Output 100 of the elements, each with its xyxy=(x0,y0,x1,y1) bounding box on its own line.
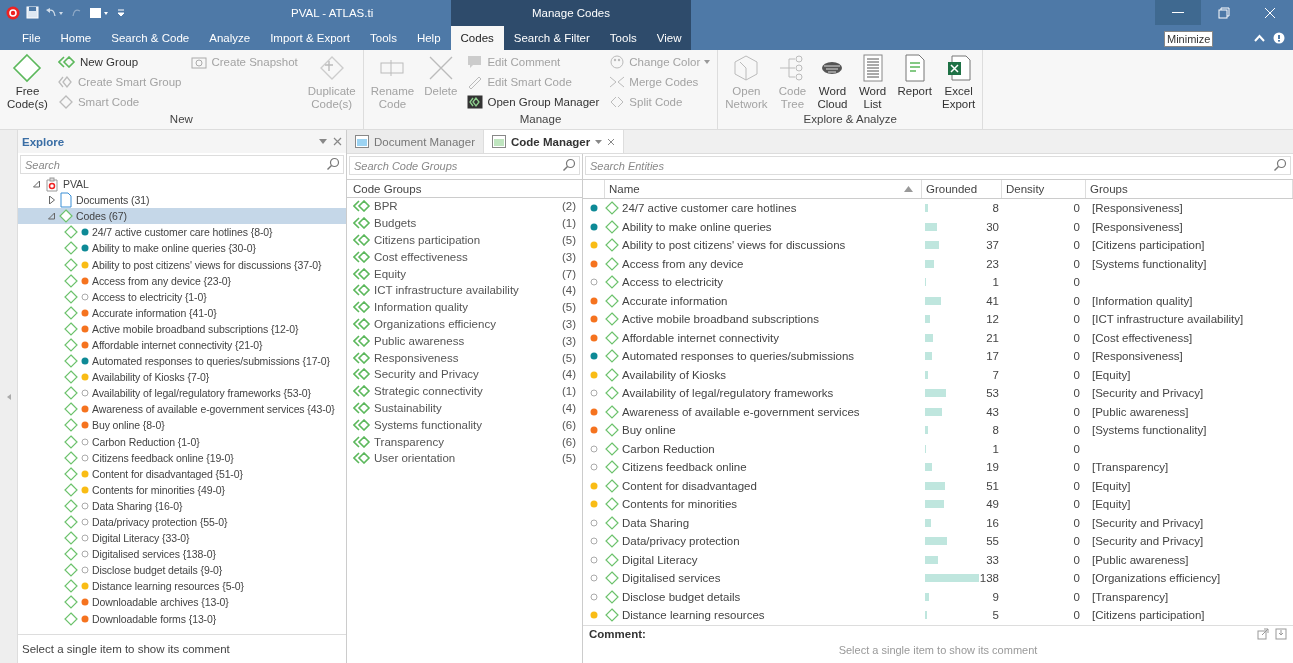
code-name[interactable]: Digital Literacy xyxy=(622,553,698,566)
ribbon-tab[interactable]: Help xyxy=(406,26,451,50)
code-name[interactable]: Affordable internet connectivity xyxy=(622,331,780,344)
ribbon-tab[interactable]: File xyxy=(12,26,51,50)
tree-item[interactable]: 24/7 active customer care hotlines {8-0} xyxy=(92,226,273,239)
expand-toggle-icon[interactable] xyxy=(47,196,56,205)
tree-item[interactable]: Contents for minorities {49-0} xyxy=(92,483,225,496)
ribbon-tab[interactable]: View xyxy=(646,26,692,50)
tree-item[interactable]: Active mobile broadband subscriptions {12-0} xyxy=(92,322,299,335)
tree-item[interactable]: Digitalised services {138-0} xyxy=(92,548,216,561)
tree-item[interactable]: Automated responses to queries/submissions {17-0} xyxy=(92,355,330,368)
code-group-item[interactable]: ICT infrastructure availability (4) xyxy=(347,282,582,299)
column-header[interactable]: Grounded xyxy=(926,183,1001,195)
window-layout-icon[interactable] xyxy=(89,6,111,19)
tree-item[interactable]: Access to electricity {1-0} xyxy=(92,290,207,303)
tree-item[interactable]: PVAL xyxy=(18,176,346,193)
sort-ascending-icon[interactable] xyxy=(904,186,913,192)
collapse-toggle-icon[interactable] xyxy=(47,212,56,221)
ribbon-button[interactable]: Free Code(s) xyxy=(4,52,51,112)
collapse-ribbon-icon[interactable] xyxy=(1254,33,1265,42)
ribbon-button[interactable]: New Group xyxy=(54,52,185,71)
save-comment-icon[interactable] xyxy=(1275,627,1287,640)
ribbon-tab[interactable]: Codes xyxy=(450,26,504,50)
code-name[interactable]: 24/7 active customer care hotlines xyxy=(622,202,797,215)
tree-item[interactable]: Downloadable archives {13-0} xyxy=(92,596,229,609)
code-name[interactable]: Access from any device xyxy=(622,257,744,270)
ribbon-tab[interactable]: Search & Code xyxy=(101,26,200,50)
code-name[interactable]: Carbon Reduction xyxy=(622,442,715,455)
code-name[interactable]: Content for disadvantaged xyxy=(622,479,757,492)
ribbon-button[interactable]: Report xyxy=(894,52,936,99)
tree-item[interactable]: Accurate information {41-0} xyxy=(92,306,217,319)
code-group-item[interactable]: Citizens participation (5) xyxy=(347,231,582,249)
code-name[interactable]: Disclose budget details xyxy=(622,590,741,603)
ribbon-tab[interactable]: Home xyxy=(50,26,102,50)
tree-item[interactable]: Digital Literacy {33-0} xyxy=(92,532,190,545)
collapse-toggle-icon[interactable] xyxy=(32,180,41,189)
tree-item[interactable]: Access from any device {23-0} xyxy=(92,274,231,287)
ribbon-button[interactable]: Excel Export xyxy=(939,52,979,112)
expand-panel-icon[interactable] xyxy=(6,393,11,400)
tree-item[interactable]: Availability of Kiosks {7-0} xyxy=(92,371,210,384)
code-name[interactable]: Contents for minorities xyxy=(622,498,738,511)
tree-item[interactable]: Ability to make online queries {30-0} xyxy=(92,242,256,255)
code-name[interactable]: Active mobile broadband subscriptions xyxy=(622,313,819,326)
document-tab[interactable]: Code Manager xyxy=(484,130,625,153)
code-group-item[interactable]: Systems functionality (6) xyxy=(347,416,582,434)
code-group-item[interactable]: Equity (7) xyxy=(347,265,582,282)
document-tab[interactable]: Document Manager xyxy=(347,130,484,153)
code-name[interactable]: Buy online xyxy=(622,424,676,437)
tree-item[interactable]: Codes (67) xyxy=(18,208,346,225)
tree-item[interactable]: Data Sharing {16-0} xyxy=(92,499,183,512)
code-group-item[interactable]: Sustainability (4) xyxy=(347,399,582,417)
tree-item[interactable]: Citizens feedback online {19-0} xyxy=(92,451,234,464)
save-icon[interactable] xyxy=(26,6,39,19)
code-group-item[interactable]: Public awareness (3) xyxy=(347,332,582,350)
ribbon-tab[interactable]: Analyze xyxy=(199,26,261,50)
tree-item[interactable]: Downloadable forms {13-0} xyxy=(92,612,217,625)
code-name[interactable]: Accurate information xyxy=(622,294,728,307)
ribbon-tab[interactable]: Tools xyxy=(599,26,647,50)
code-name[interactable]: Citizens feedback online xyxy=(622,461,747,474)
code-group-item[interactable]: Cost effectiveness (3) xyxy=(347,248,582,266)
code-group-item[interactable]: Security and Privacy (4) xyxy=(347,365,582,383)
customize-toolbar-icon[interactable] xyxy=(117,7,125,18)
code-name[interactable]: Awareness of available e-government services xyxy=(622,405,860,418)
dropdown-icon[interactable] xyxy=(595,139,603,144)
code-name[interactable]: Ability to make online queries xyxy=(622,220,772,233)
help-icon[interactable] xyxy=(1273,31,1285,44)
code-name[interactable]: Data Sharing xyxy=(622,516,690,529)
column-header[interactable]: Code Groups xyxy=(347,182,422,195)
tree-item[interactable]: Disclose budget details {9-0} xyxy=(92,564,223,577)
column-header[interactable]: Groups xyxy=(1090,183,1292,195)
code-group-item[interactable]: Transparency (6) xyxy=(347,433,582,450)
tree-item[interactable]: Buy online {8-0} xyxy=(92,419,165,432)
ribbon-button[interactable]: Word Cloud xyxy=(814,52,851,112)
ribbon-button[interactable]: Open Group Manager xyxy=(464,92,603,111)
code-group-item[interactable]: User orientation (5) xyxy=(347,449,582,467)
close-icon[interactable] xyxy=(607,137,616,146)
tree-item[interactable]: Distance learning resources {5-0} xyxy=(92,580,244,593)
tree-item[interactable]: Ability to post citizens' views for discussions {37-0} xyxy=(92,258,322,271)
dropdown-icon[interactable] xyxy=(319,139,327,144)
tree-item[interactable]: Awareness of available e-government services {43-0} xyxy=(92,403,335,416)
code-name[interactable]: Automated responses to queries/submissions xyxy=(622,350,855,363)
column-header[interactable]: Name xyxy=(609,183,904,195)
search-icon[interactable] xyxy=(1273,158,1287,172)
code-group-item[interactable]: Organizations efficiency (3) xyxy=(347,315,582,333)
code-name[interactable]: Access to electricity xyxy=(622,276,723,289)
code-group-item[interactable]: Strategic connectivity (1) xyxy=(347,382,582,400)
tree-item[interactable]: Affordable internet connectivity {21-0} xyxy=(92,339,263,351)
tree-item[interactable]: Availability of legal/regulatory frameworks {53-0} xyxy=(92,387,311,400)
code-name[interactable]: Availability of legal/regulatory frameworks xyxy=(622,387,834,400)
code-group-item[interactable]: Information quality (5) xyxy=(347,298,582,316)
tree-item[interactable]: Carbon Reduction {1-0} xyxy=(92,435,200,448)
close-icon[interactable] xyxy=(333,137,342,146)
tree-item[interactable]: Documents (31) xyxy=(18,192,346,209)
search-icon[interactable] xyxy=(326,157,340,171)
undo-icon[interactable] xyxy=(45,6,65,19)
ribbon-tab[interactable]: Import & Export xyxy=(260,26,361,50)
ribbon-tab[interactable]: Tools xyxy=(360,26,407,50)
code-group-item[interactable]: BPR (2) xyxy=(347,198,582,215)
code-name[interactable]: Availability of Kiosks xyxy=(622,368,726,381)
column-header[interactable]: Density xyxy=(1006,183,1085,195)
